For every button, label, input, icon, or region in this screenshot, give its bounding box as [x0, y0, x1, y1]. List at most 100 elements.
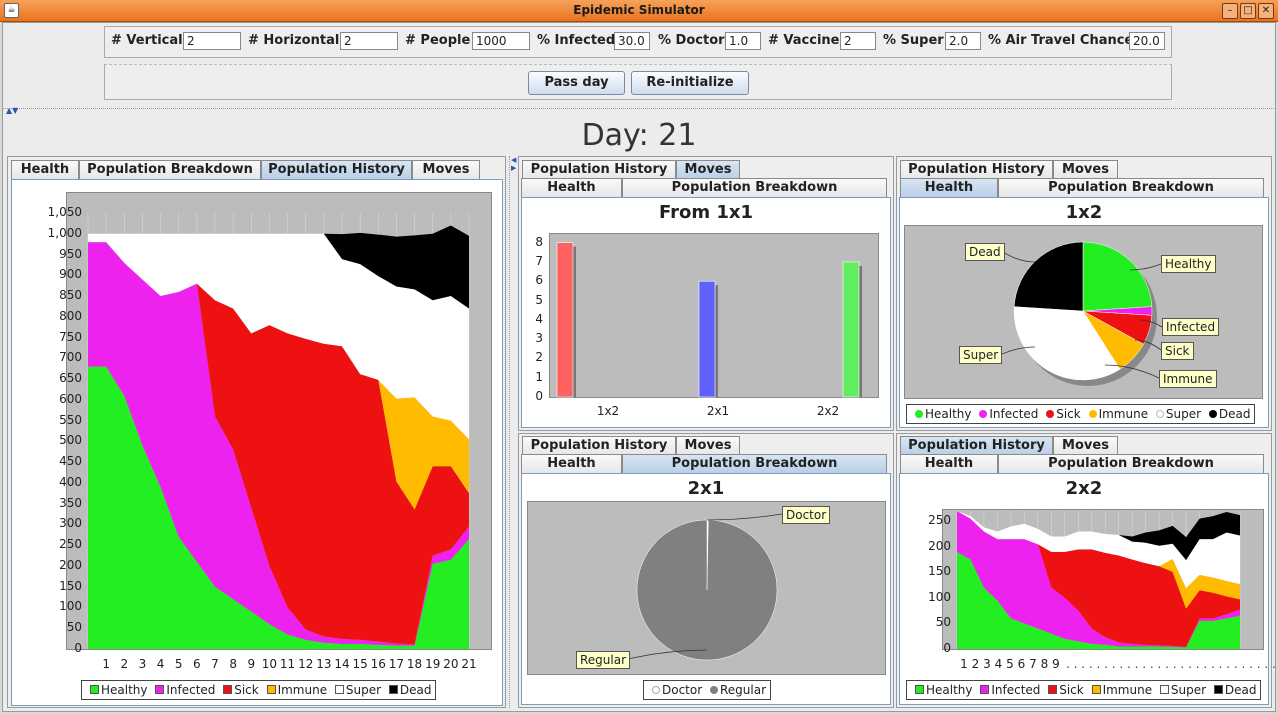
- breakdown-legend: Doctor Regular: [643, 680, 772, 700]
- param-field[interactable]: 2: [840, 32, 876, 50]
- x-tick-label: 18: [406, 657, 423, 671]
- tab-health[interactable]: Health: [521, 454, 622, 473]
- param-field[interactable]: 20.0: [1129, 32, 1165, 50]
- x-tick-label: 5: [174, 657, 183, 671]
- tab-health[interactable]: Health: [900, 178, 998, 197]
- tab-population-breakdown[interactable]: Population Breakdown: [622, 454, 887, 473]
- split-divider[interactable]: [2, 108, 1276, 114]
- legend-sick-swatch: [1048, 685, 1058, 694]
- reinitialize-button[interactable]: Re-initialize: [631, 71, 749, 95]
- legend-regular-dot: [710, 686, 718, 694]
- y-tick-label: 700: [59, 350, 82, 365]
- legend-sick-dot: [1046, 410, 1055, 418]
- maximize-icon[interactable]: □: [1240, 3, 1256, 19]
- tab-health[interactable]: Health: [11, 160, 79, 179]
- legend-healthy-swatch: [915, 685, 924, 694]
- x-tick-label: 14: [334, 657, 350, 671]
- legend-sick-swatch: [223, 685, 233, 694]
- tab-moves[interactable]: Moves: [676, 436, 740, 455]
- y-tick-label: 4: [535, 311, 543, 326]
- tab-health[interactable]: Health: [900, 454, 998, 473]
- tab-population-history[interactable]: Population History: [261, 160, 412, 179]
- y-tick-label: 950: [59, 246, 82, 261]
- legend-infected: Infected: [989, 407, 1039, 421]
- tab-population-breakdown[interactable]: Population Breakdown: [79, 160, 261, 179]
- y-tick-label: 100: [928, 589, 951, 604]
- tab-moves[interactable]: Moves: [676, 160, 740, 179]
- y-tick-label: 850: [59, 288, 82, 303]
- tab-population-breakdown[interactable]: Population Breakdown: [998, 454, 1264, 473]
- y-tick-label: 500: [59, 433, 82, 448]
- history-2x2-legend: Healthy Infected Sick Immune Super Dead: [906, 680, 1262, 700]
- pie-label-dead: Dead: [965, 243, 1005, 261]
- legend-immune: Immune: [277, 683, 328, 697]
- param-label: # People: [405, 33, 471, 48]
- tab-population-history[interactable]: Population History: [522, 436, 676, 455]
- param-field[interactable]: 2.0: [945, 32, 981, 50]
- legend-healthy-swatch: [90, 685, 99, 694]
- pie-label-healthy: Healthy: [1161, 255, 1216, 273]
- param-label: % Infected: [537, 33, 616, 48]
- health-chart-title: 1x2: [1065, 202, 1103, 223]
- y-tick-label: 900: [59, 267, 82, 282]
- tab-population-breakdown[interactable]: Population Breakdown: [622, 178, 887, 197]
- close-icon[interactable]: ✕: [1258, 3, 1274, 19]
- y-tick-label: 8: [535, 234, 543, 249]
- tab-population-history[interactable]: Population History: [900, 160, 1053, 179]
- legend-regular: Regular: [720, 683, 767, 697]
- legend-immune-swatch: [266, 685, 276, 694]
- y-tick-label: 750: [59, 329, 82, 344]
- legend-dead: Dead: [1218, 407, 1251, 421]
- legend-healthy: Healthy: [101, 683, 148, 697]
- y-tick-label: 1: [535, 369, 543, 384]
- legend-doctor-dot: [652, 686, 660, 694]
- legend-dead-dot: [1208, 410, 1217, 418]
- legend-infected: Infected: [991, 683, 1041, 697]
- x-tick-label: 12: [298, 657, 314, 671]
- param-field[interactable]: 2: [340, 32, 398, 50]
- tab-population-breakdown[interactable]: Population Breakdown: [998, 178, 1264, 197]
- y-tick-label: 7: [535, 253, 543, 268]
- legend-dead-swatch: [388, 685, 398, 694]
- pie-label-doctor: Doctor: [782, 506, 831, 524]
- tab-moves[interactable]: Moves: [1053, 160, 1118, 179]
- x-tick-label: 11: [279, 657, 296, 671]
- param-field[interactable]: 1.0: [725, 32, 761, 50]
- window-titlebar[interactable]: ☕ Epidemic Simulator – □ ✕: [0, 0, 1278, 22]
- bar-2x2: [842, 261, 860, 398]
- legend-sick: Sick: [1059, 683, 1084, 697]
- legend-immune: Immune: [1098, 407, 1149, 421]
- x-tick-label: 1: [102, 657, 110, 671]
- tab-health[interactable]: Health: [521, 178, 622, 197]
- minimize-icon[interactable]: –: [1222, 3, 1238, 19]
- x-tick-label: 1x2: [596, 404, 620, 418]
- health-legend: Healthy Infected Sick Immune Super Dead: [906, 404, 1256, 424]
- param-field[interactable]: 1000: [472, 32, 530, 50]
- moves-chart-title: From 1x1: [658, 202, 754, 223]
- tab-population-history[interactable]: Population History: [522, 160, 676, 179]
- legend-doctor: Doctor: [662, 683, 703, 697]
- legend-immune-swatch: [1091, 685, 1101, 694]
- y-tick-label: 50: [935, 615, 951, 630]
- y-tick-label: 650: [59, 371, 82, 386]
- legend-sick: Sick: [1056, 407, 1081, 421]
- x-tick-label: 10: [261, 657, 278, 671]
- pass-day-button[interactable]: Pass day: [528, 71, 625, 95]
- tab-moves[interactable]: Moves: [412, 160, 480, 179]
- param-field[interactable]: 30.0: [614, 32, 650, 50]
- y-tick-label: 3: [535, 331, 543, 346]
- legend-immune-dot: [1088, 410, 1097, 418]
- breakdown-chart-title: 2x1: [687, 478, 725, 499]
- history-legend: Healthy Infected Sick Immune Super Dead: [81, 680, 437, 700]
- y-tick-label: 350: [59, 495, 82, 510]
- collapse-arrows-icon[interactable]: ▲▼: [6, 106, 18, 115]
- tab-moves[interactable]: Moves: [1053, 436, 1118, 455]
- x-tick-label: 19: [425, 657, 441, 671]
- y-tick-label: 200: [59, 557, 82, 572]
- y-tick-label: 600: [59, 391, 82, 406]
- param-field[interactable]: 2: [183, 32, 241, 50]
- param-label: # Vaccine: [768, 33, 840, 48]
- legend-healthy-dot: [915, 410, 923, 418]
- tab-population-history[interactable]: Population History: [900, 436, 1053, 455]
- legend-super: Super: [345, 683, 382, 697]
